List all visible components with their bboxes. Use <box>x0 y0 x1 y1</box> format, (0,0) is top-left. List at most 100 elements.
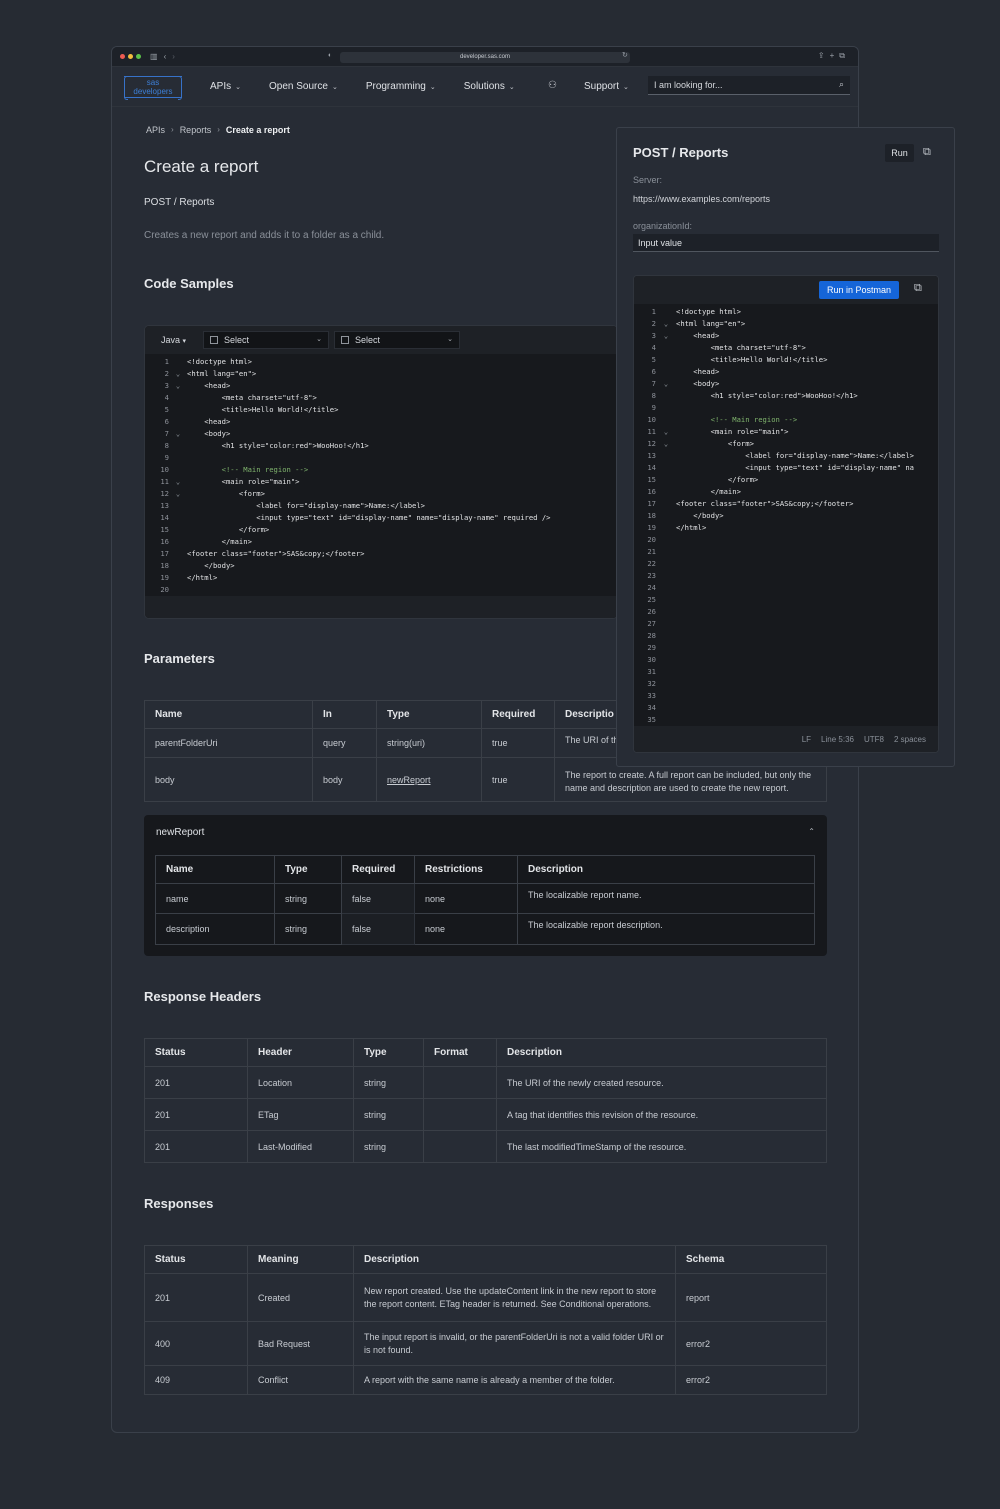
fold-gutter <box>169 452 187 464</box>
line-text: </main> <box>187 537 252 546</box>
newreport-link[interactable]: newReport <box>387 775 431 785</box>
line-text: <input type="text" id="display-name" nam… <box>187 513 551 522</box>
collapse-icon[interactable]: ⌃ <box>808 827 815 836</box>
search-input[interactable]: I am looking for... ⌕ <box>648 76 850 95</box>
nav-programming[interactable]: Programming ⌄ <box>366 81 436 92</box>
fold-gutter <box>656 474 676 486</box>
fold-gutter <box>656 582 676 594</box>
page-title: Create a report <box>144 157 259 176</box>
fold-chevron-icon[interactable]: ⌄ <box>169 428 187 440</box>
organization-id-input[interactable]: Input value <box>633 234 939 252</box>
fold-chevron-icon[interactable]: ⌄ <box>656 318 676 330</box>
sas-developers-logo[interactable]: sas developers <box>124 75 182 100</box>
nav-apis[interactable]: APIs ⌄ <box>210 81 241 92</box>
nav-support[interactable]: Support ⌄ <box>584 81 629 92</box>
responses-table: Status Meaning Description Schema 201 Cr… <box>144 1245 827 1395</box>
fold-gutter <box>656 510 676 522</box>
cell-status: 201 <box>144 1273 248 1322</box>
fold-chevron-icon[interactable]: ⌄ <box>656 438 676 450</box>
cell-schema: report <box>675 1273 827 1322</box>
browser-actions[interactable]: ⇪+⧉ <box>818 51 850 61</box>
table-row: 201 ETag string A tag that identifies th… <box>144 1098 827 1131</box>
code-lines[interactable]: 1 <!doctype html> 2 ⌄ <html lang="en"> 3 ⌄ <he… <box>145 354 617 596</box>
external-link-icon[interactable]: ⧉ <box>923 146 931 159</box>
line-number: 11 <box>160 477 169 486</box>
request-code-editor: Run in Postman ⧉ 1 <!doctype html> 2 ⌄ <html… <box>633 275 939 753</box>
status-cursor: Line 5:36 <box>821 734 854 744</box>
maximize-window-button[interactable] <box>136 54 141 59</box>
column-header: Name <box>144 700 313 729</box>
code-line: 14 <input type="text" id="display-name" … <box>634 462 938 474</box>
cell-restrictions: none <box>414 883 518 914</box>
chevron-down-icon: ⌄ <box>623 84 629 91</box>
fold-chevron-icon[interactable]: ⌄ <box>169 476 187 488</box>
breadcrumb-apis[interactable]: APIs <box>146 125 165 135</box>
code-line: 32 <box>634 678 938 690</box>
line-number: 3 <box>651 331 656 340</box>
sidebar-icon[interactable]: ▥ <box>150 52 158 61</box>
editor-status-bar: LF Line 5:36 UTF8 2 spaces <box>634 726 938 752</box>
code-line: 18 </body> <box>145 560 617 572</box>
language-select[interactable]: Java ▾ <box>161 335 186 345</box>
forward-icon[interactable]: › <box>172 52 175 61</box>
parameters-heading: Parameters <box>144 651 215 666</box>
server-label: Server: <box>633 175 663 185</box>
fold-gutter <box>656 498 676 510</box>
nav-solutions[interactable]: Solutions ⌄ <box>464 81 515 92</box>
line-text: <footer class="footer">SAS&copy;</footer… <box>676 499 854 508</box>
line-number: 13 <box>647 451 656 460</box>
line-number: 4 <box>651 343 656 352</box>
fold-gutter <box>169 416 187 428</box>
line-number: 28 <box>647 631 656 640</box>
fold-gutter <box>169 404 187 416</box>
line-text: <title>Hello World!</title> <box>187 405 339 414</box>
fold-chevron-icon[interactable]: ⌄ <box>169 488 187 500</box>
fold-gutter <box>656 390 676 402</box>
chatbot-icon[interactable]: ⚇ <box>548 80 557 91</box>
table-header-row: Status Meaning Description Schema <box>144 1245 827 1274</box>
select-dropdown-2[interactable]: Select ⌄ <box>334 331 460 349</box>
address-bar[interactable]: developer.sas.com <box>340 52 630 63</box>
search-icon[interactable]: ⌕ <box>839 79 844 90</box>
line-number: 2 <box>164 369 169 378</box>
code-line: 13 <label for="display-name">Name:</labe… <box>145 500 617 512</box>
fold-chevron-icon[interactable]: ⌄ <box>656 426 676 438</box>
line-number: 12 <box>647 439 656 448</box>
fold-gutter <box>656 618 676 630</box>
line-number: 18 <box>160 561 169 570</box>
nav-open-source[interactable]: Open Source ⌄ <box>269 81 338 92</box>
run-in-postman-button[interactable]: Run in Postman <box>819 281 899 299</box>
page-description: Creates a new report and adds it to a fo… <box>144 230 385 241</box>
run-button[interactable]: Run <box>885 144 914 162</box>
code-line: 1 <!doctype html> <box>634 306 938 318</box>
reload-icon[interactable]: ↻ <box>622 51 628 59</box>
code-line: 19 </html> <box>145 572 617 584</box>
breadcrumb-reports[interactable]: Reports <box>180 125 212 135</box>
cell-name: name <box>155 883 275 914</box>
back-icon[interactable]: ‹ <box>164 52 167 61</box>
table-row: 409 Conflict A report with the same name… <box>144 1365 827 1395</box>
line-number: 8 <box>651 391 656 400</box>
fold-chevron-icon[interactable]: ⌄ <box>656 378 676 390</box>
code-line: 18 </body> <box>634 510 938 522</box>
line-number: 2 <box>651 319 656 328</box>
fold-chevron-icon[interactable]: ⌄ <box>169 380 187 392</box>
cell-description: The last modifiedTimeStamp of the resour… <box>496 1130 827 1163</box>
close-window-button[interactable] <box>120 54 125 59</box>
table-row: 400 Bad Request The input report is inva… <box>144 1321 827 1366</box>
minimize-window-button[interactable] <box>128 54 133 59</box>
cell-required: false <box>341 883 415 914</box>
code-line: 17 <footer class="footer">SAS&copy;</foot… <box>634 498 938 510</box>
line-text: </body> <box>676 511 724 520</box>
privacy-shield-icon[interactable]: ◐ <box>328 52 332 59</box>
fold-chevron-icon[interactable]: ⌄ <box>169 368 187 380</box>
select-dropdown-1[interactable]: Select ⌄ <box>203 331 329 349</box>
fold-gutter <box>656 702 676 714</box>
line-text: <body> <box>187 429 231 438</box>
cell-name: body <box>144 757 313 802</box>
fold-chevron-icon[interactable]: ⌄ <box>656 330 676 342</box>
request-code-lines[interactable]: 1 <!doctype html> 2 ⌄ <html lang="en"> 3 ⌄ <he… <box>634 304 938 726</box>
top-navigation: sas developers APIs ⌄ Open Source ⌄ Progra… <box>112 67 858 107</box>
cell-header: Last-Modified <box>247 1130 354 1163</box>
external-link-icon[interactable]: ⧉ <box>914 282 922 295</box>
